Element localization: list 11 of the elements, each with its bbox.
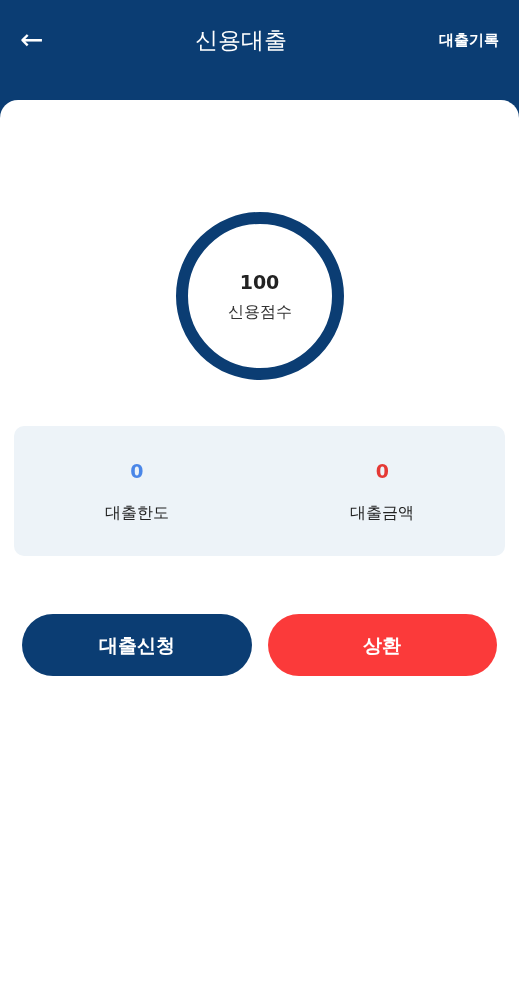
page-title: 신용대출 [195,25,288,55]
score-label: 신용점수 [227,301,292,324]
history-button[interactable]: 대출기록 [439,28,499,52]
score-value: 100 [239,269,280,295]
stat-label: 대출한도 [104,502,169,525]
back-button[interactable]: ← [20,26,44,54]
stat-value: 0 [130,458,144,484]
repay-button[interactable]: 상환 [267,614,497,676]
stat-label: 대출금액 [350,502,415,525]
stat-value: 0 [375,458,389,484]
apply-button[interactable]: 대출신청 [22,614,252,676]
